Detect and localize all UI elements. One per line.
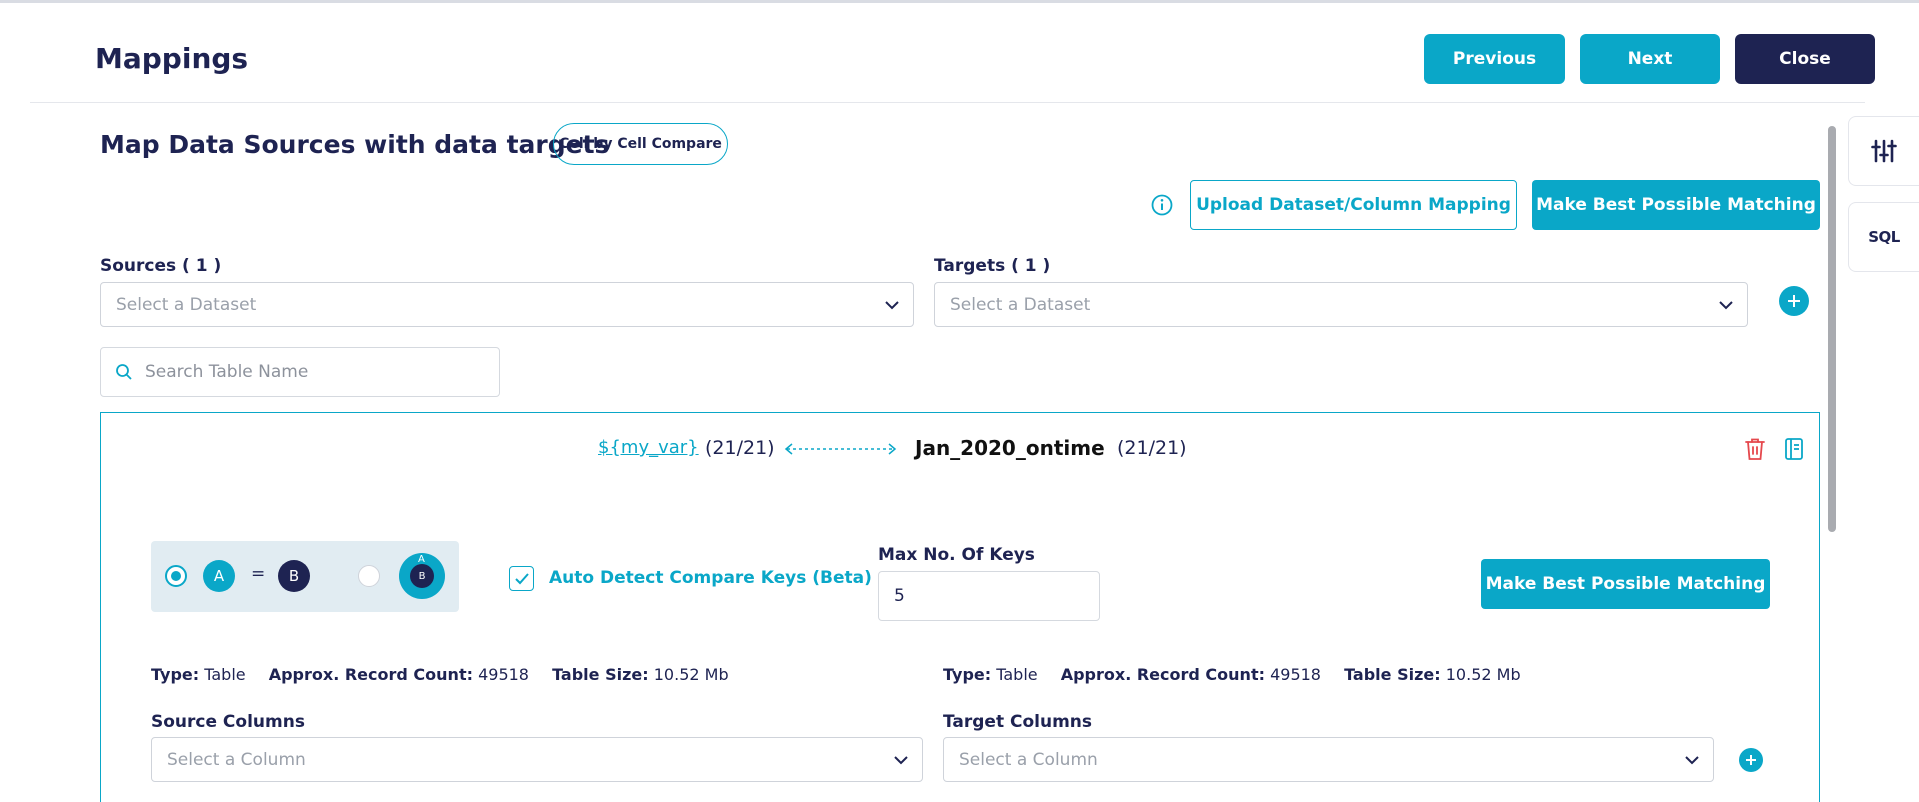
scrollbar-thumb[interactable] bbox=[1828, 126, 1836, 532]
target-type-key: Type: bbox=[943, 665, 992, 684]
target-meta: Type: Table Approx. Record Count: 49518 … bbox=[943, 665, 1539, 684]
source-count: (21/21) bbox=[705, 437, 775, 459]
mode-radio-equal[interactable] bbox=[165, 565, 187, 587]
previous-button[interactable]: Previous bbox=[1424, 34, 1565, 84]
compare-mode-badge[interactable]: Cell by Cell Compare bbox=[553, 123, 728, 165]
source-meta: Type: Table Approx. Record Count: 49518 … bbox=[151, 665, 747, 684]
target-table-name: Jan_2020_ontime bbox=[915, 436, 1105, 460]
target-count-key: Approx. Record Count: bbox=[1060, 665, 1265, 684]
target-column-placeholder: Select a Column bbox=[959, 749, 1098, 770]
max-keys-input[interactable] bbox=[878, 571, 1100, 621]
auto-detect-label[interactable]: Auto Detect Compare Keys (Beta) bbox=[549, 568, 872, 588]
add-column-button[interactable] bbox=[1739, 748, 1763, 772]
search-icon bbox=[116, 364, 132, 380]
venn-b-letter: B bbox=[410, 564, 434, 588]
max-keys-label: Max No. Of Keys bbox=[878, 545, 1035, 565]
source-size-value: 10.52 Mb bbox=[653, 665, 729, 684]
source-table-link[interactable]: ${my_var} bbox=[598, 437, 699, 458]
search-input[interactable] bbox=[145, 362, 485, 382]
section-title: Map Data Sources with data targets bbox=[100, 130, 610, 159]
source-dataset-select[interactable]: Select a Dataset bbox=[100, 282, 914, 327]
target-type-value: Table bbox=[996, 665, 1038, 684]
sql-tool-button[interactable]: SQL bbox=[1848, 202, 1919, 272]
target-column-select[interactable]: Select a Column bbox=[943, 737, 1714, 782]
mode-equals-sign: = bbox=[251, 564, 266, 584]
source-type-key: Type: bbox=[151, 665, 200, 684]
checkmark-icon bbox=[514, 572, 529, 584]
compare-mode-toggle: A = B A B bbox=[151, 541, 459, 612]
mode-b-badge: B bbox=[278, 560, 310, 592]
chevron-down-icon bbox=[894, 756, 908, 765]
settings-sliders-icon bbox=[1871, 139, 1897, 163]
top-border bbox=[0, 0, 1919, 3]
add-dataset-button[interactable] bbox=[1779, 286, 1809, 316]
target-size-value: 10.52 Mb bbox=[1445, 665, 1521, 684]
target-count-value: 49518 bbox=[1270, 665, 1321, 684]
chevron-down-icon bbox=[1719, 301, 1733, 310]
plus-icon bbox=[1746, 755, 1756, 765]
auto-detect-checkbox[interactable] bbox=[509, 566, 534, 591]
target-count: (21/21) bbox=[1117, 437, 1187, 459]
source-column-placeholder: Select a Column bbox=[167, 749, 306, 770]
best-matching-button[interactable]: Make Best Possible Matching bbox=[1532, 180, 1820, 230]
close-button[interactable]: Close bbox=[1735, 34, 1875, 84]
source-count-key: Approx. Record Count: bbox=[268, 665, 473, 684]
target-dataset-placeholder: Select a Dataset bbox=[950, 294, 1091, 315]
source-type-value: Table bbox=[204, 665, 246, 684]
target-columns-label: Target Columns bbox=[943, 712, 1093, 732]
source-size-key: Table Size: bbox=[552, 665, 649, 684]
header-divider bbox=[30, 102, 1865, 103]
targets-label: Targets ( 1 ) bbox=[934, 256, 1051, 276]
target-dataset-select[interactable]: Select a Dataset bbox=[934, 282, 1748, 327]
source-dataset-placeholder: Select a Dataset bbox=[116, 294, 257, 315]
delete-mapping-button[interactable] bbox=[1744, 437, 1766, 465]
target-size-key: Table Size: bbox=[1344, 665, 1441, 684]
settings-tool-button[interactable] bbox=[1848, 116, 1919, 186]
notebook-icon bbox=[1785, 438, 1803, 460]
plus-icon bbox=[1788, 295, 1800, 307]
page-title: Mappings bbox=[95, 42, 249, 75]
mode-radio-subset[interactable] bbox=[358, 565, 380, 587]
card-best-matching-button[interactable]: Make Best Possible Matching bbox=[1481, 559, 1770, 609]
chevron-down-icon bbox=[885, 301, 899, 310]
info-icon[interactable] bbox=[1151, 194, 1173, 220]
table-search[interactable] bbox=[100, 347, 500, 397]
source-column-select[interactable]: Select a Column bbox=[151, 737, 923, 782]
notebook-button[interactable] bbox=[1784, 437, 1804, 465]
source-count-value: 49518 bbox=[478, 665, 529, 684]
upload-mapping-button[interactable]: Upload Dataset/Column Mapping bbox=[1190, 180, 1517, 230]
next-button[interactable]: Next bbox=[1580, 34, 1720, 84]
bidirectional-arrow-icon bbox=[784, 443, 897, 455]
trash-icon bbox=[1745, 438, 1765, 460]
chevron-down-icon bbox=[1685, 756, 1699, 765]
venn-subset-icon: A B bbox=[399, 553, 445, 599]
sources-label: Sources ( 1 ) bbox=[100, 256, 222, 276]
mode-a-badge: A bbox=[203, 560, 235, 592]
source-columns-label: Source Columns bbox=[151, 712, 305, 732]
